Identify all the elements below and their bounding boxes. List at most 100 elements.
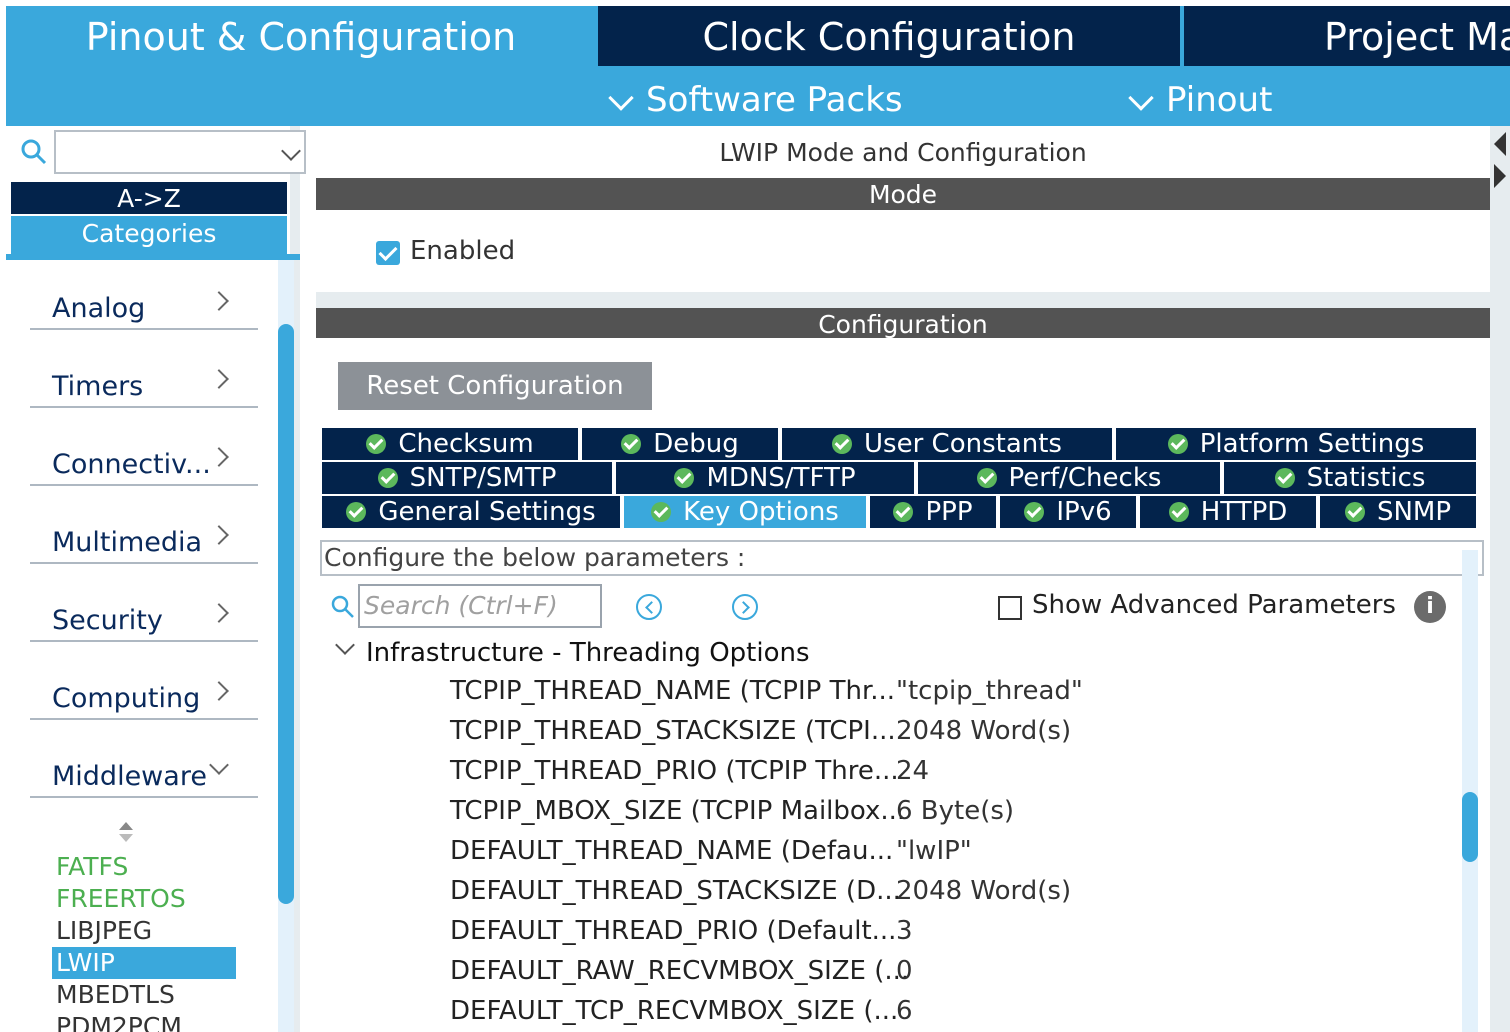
tab-general-settings[interactable]: General Settings bbox=[322, 496, 620, 528]
category-analog[interactable]: Analog bbox=[30, 276, 258, 330]
divider bbox=[6, 254, 300, 260]
tab-perf-checks[interactable]: Perf/Checks bbox=[918, 462, 1220, 494]
category-connectivity[interactable]: Connectiv... bbox=[30, 432, 258, 486]
arrow-right-icon[interactable] bbox=[1494, 164, 1506, 188]
chevron-down-icon bbox=[281, 141, 301, 161]
pinout-menu[interactable]: Pinout bbox=[1128, 72, 1272, 126]
scrollbar[interactable] bbox=[1462, 550, 1478, 1032]
previous-result-button[interactable] bbox=[636, 594, 662, 620]
middleware-item-pdm2pcm[interactable]: PDM2PCM bbox=[52, 1011, 236, 1032]
side-collapse-arrows[interactable] bbox=[1492, 126, 1510, 196]
category-middleware[interactable]: Middleware bbox=[30, 744, 258, 798]
top-navigation-bar: Pinout & Configuration Clock Configurati… bbox=[6, 6, 1510, 126]
info-icon[interactable]: i bbox=[1414, 591, 1446, 623]
parameter-value[interactable]: 6 bbox=[896, 996, 913, 1026]
arrow-left-icon[interactable] bbox=[1494, 132, 1506, 156]
tab-project-manager[interactable]: Project Ma bbox=[1184, 6, 1510, 66]
sort-icon[interactable] bbox=[118, 820, 134, 844]
chevron-right-icon bbox=[209, 447, 229, 467]
tab-label: Debug bbox=[653, 429, 739, 459]
check-icon bbox=[1274, 468, 1295, 488]
scrollbar-thumb[interactable] bbox=[278, 324, 294, 904]
parameter-name: DEFAULT_TCP_RECVMBOX_SIZE (... bbox=[450, 996, 899, 1026]
chevron-down-icon[interactable] bbox=[335, 635, 355, 655]
chevron-down-icon bbox=[608, 84, 634, 111]
parameter-value[interactable]: "lwIP" bbox=[896, 836, 972, 866]
parameter-value[interactable]: 2048 Word(s) bbox=[896, 876, 1071, 906]
search-combo-box[interactable] bbox=[54, 130, 306, 174]
check-icon bbox=[651, 502, 672, 522]
chevron-right-icon bbox=[209, 369, 229, 389]
parameter-name: DEFAULT_RAW_RECVMBOX_SIZE (... bbox=[450, 956, 910, 986]
next-result-button[interactable] bbox=[732, 594, 758, 620]
tab-mdns-tftp[interactable]: MDNS/TFTP bbox=[616, 462, 914, 494]
parameter-value[interactable]: 2048 Word(s) bbox=[896, 716, 1071, 746]
search-icon[interactable] bbox=[330, 594, 356, 620]
parameter-name: DEFAULT_THREAD_STACKSIZE (D... bbox=[450, 876, 901, 906]
software-packs-menu[interactable]: Software Packs bbox=[608, 72, 903, 126]
tab-platform-settings[interactable]: Platform Settings bbox=[1116, 428, 1476, 460]
show-advanced-label: Show Advanced Parameters bbox=[1032, 590, 1396, 620]
group-title[interactable]: Infrastructure - Threading Options bbox=[366, 638, 810, 668]
parameter-value[interactable]: 6 Byte(s) bbox=[896, 796, 1014, 826]
software-packs-label: Software Packs bbox=[646, 80, 903, 120]
search-icon[interactable] bbox=[20, 138, 48, 166]
sort-az-tab[interactable]: A->Z bbox=[11, 182, 287, 214]
parameter-search-input[interactable]: Search (Ctrl+F) bbox=[358, 584, 602, 628]
panel-title: LWIP Mode and Configuration bbox=[719, 138, 1087, 167]
check-icon bbox=[1168, 502, 1189, 522]
configuration-header: Configuration bbox=[316, 308, 1490, 340]
parameter-value[interactable]: 0 bbox=[896, 956, 913, 986]
middleware-item-lwip[interactable]: LWIP bbox=[52, 947, 236, 979]
tab-label: Platform Settings bbox=[1199, 429, 1425, 459]
parameter-name: DEFAULT_THREAD_PRIO (Default... bbox=[450, 916, 897, 946]
middleware-item-libjpeg[interactable]: LIBJPEG bbox=[52, 915, 236, 947]
middleware-item-mbedtls[interactable]: MBEDTLS bbox=[52, 979, 236, 1011]
configure-parameters-label: Configure the below parameters : bbox=[320, 540, 1484, 576]
tab-ppp[interactable]: PPP bbox=[870, 496, 996, 528]
tab-sntp-smtp[interactable]: SNTP/SMTP bbox=[322, 462, 612, 494]
chevron-down-icon bbox=[209, 755, 229, 775]
scrollbar[interactable] bbox=[278, 260, 294, 1032]
parameter-name: TCPIP_THREAD_STACKSIZE (TCPI... bbox=[450, 716, 896, 746]
check-icon bbox=[893, 502, 914, 522]
tab-snmp[interactable]: SNMP bbox=[1320, 496, 1476, 528]
parameter-value[interactable]: 3 bbox=[896, 916, 913, 946]
categories-tab[interactable]: Categories bbox=[11, 216, 287, 254]
tab-statistics[interactable]: Statistics bbox=[1224, 462, 1476, 494]
tab-ipv6[interactable]: IPv6 bbox=[1000, 496, 1136, 528]
parameter-name: TCPIP_MBOX_SIZE (TCPIP Mailbox... bbox=[450, 796, 906, 826]
parameter-value[interactable]: "tcpip_thread" bbox=[896, 676, 1083, 706]
tab-clock-configuration[interactable]: Clock Configuration bbox=[598, 6, 1180, 66]
check-icon bbox=[377, 468, 398, 488]
check-icon bbox=[1167, 434, 1188, 454]
chevron-right-icon bbox=[209, 291, 229, 311]
tab-httpd[interactable]: HTTPD bbox=[1140, 496, 1316, 528]
category-computing[interactable]: Computing bbox=[30, 666, 258, 720]
lwip-configuration-panel: LWIP Mode and Configuration Mode Enabled… bbox=[316, 126, 1510, 1032]
chevron-right-icon bbox=[209, 603, 229, 623]
tab-label: Key Options bbox=[683, 497, 839, 527]
parameter-name: DEFAULT_THREAD_NAME (Defau... bbox=[450, 836, 894, 866]
tab-label: MDNS/TFTP bbox=[706, 463, 856, 493]
category-panel: A->Z Categories Analog Timers Connectiv.… bbox=[6, 126, 306, 1032]
chevron-right-icon bbox=[209, 681, 229, 701]
tab-label: General Settings bbox=[378, 497, 596, 527]
category-security[interactable]: Security bbox=[30, 588, 258, 642]
parameter-value[interactable]: 24 bbox=[896, 756, 929, 786]
tab-pinout-configuration[interactable]: Pinout & Configuration bbox=[6, 6, 596, 66]
mode-header: Mode bbox=[316, 178, 1490, 210]
enabled-checkbox[interactable] bbox=[376, 241, 400, 265]
tab-user-constants[interactable]: User Constants bbox=[782, 428, 1112, 460]
tab-checksum[interactable]: Checksum bbox=[322, 428, 578, 460]
tab-key-options[interactable]: Key Options bbox=[624, 496, 866, 528]
reset-configuration-button[interactable]: Reset Configuration bbox=[338, 362, 652, 410]
middleware-item-fatfs[interactable]: FATFS bbox=[52, 851, 236, 883]
middleware-item-freertos[interactable]: FREERTOS bbox=[52, 883, 236, 915]
category-multimedia[interactable]: Multimedia bbox=[30, 510, 258, 564]
scrollbar-thumb[interactable] bbox=[1462, 792, 1478, 862]
category-timers[interactable]: Timers bbox=[30, 354, 258, 408]
show-advanced-checkbox[interactable] bbox=[998, 596, 1022, 620]
tab-label: Perf/Checks bbox=[1008, 463, 1162, 493]
tab-debug[interactable]: Debug bbox=[582, 428, 778, 460]
